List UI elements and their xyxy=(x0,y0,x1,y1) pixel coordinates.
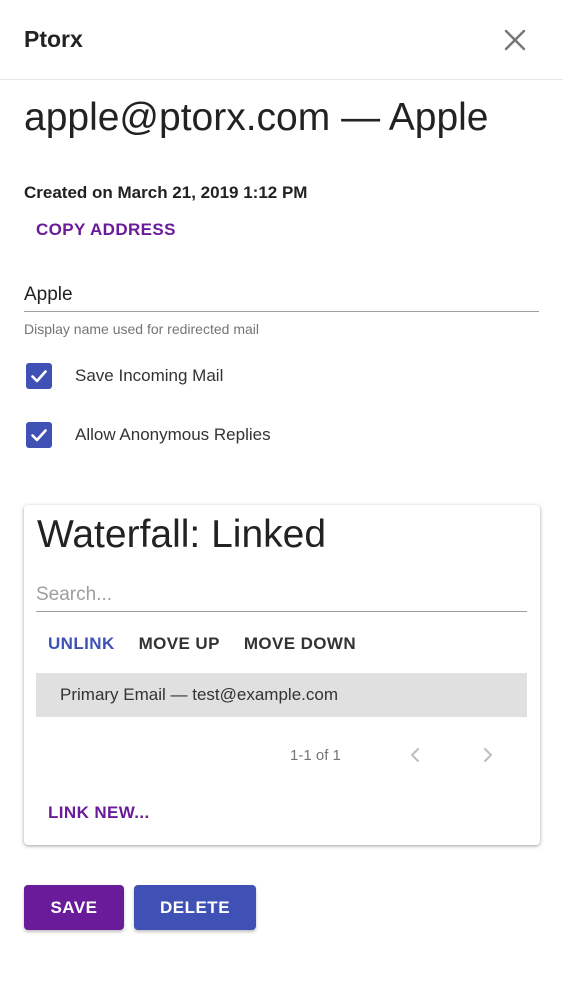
waterfall-title: Waterfall: Linked xyxy=(37,513,327,556)
link-new-button[interactable]: LINK NEW... xyxy=(48,803,150,823)
alias-title: apple@ptorx.com — Apple xyxy=(24,96,489,139)
chevron-right-icon xyxy=(484,748,492,762)
previous-page-button[interactable] xyxy=(404,743,426,767)
allow-anonymous-replies-option[interactable]: Allow Anonymous Replies xyxy=(26,422,271,448)
chevron-left-icon xyxy=(411,748,419,762)
app-title: Ptorx xyxy=(24,26,83,52)
waterfall-card: Waterfall: Linked UNLINK MOVE UP MOVE DO… xyxy=(24,505,540,845)
save-button[interactable]: SAVE xyxy=(24,885,124,930)
allow-anonymous-replies-label: Allow Anonymous Replies xyxy=(75,425,271,444)
search-input[interactable] xyxy=(36,578,527,612)
display-name-helper: Display name used for redirected mail xyxy=(24,321,259,337)
save-incoming-mail-label: Save Incoming Mail xyxy=(75,366,224,385)
list-item-label: Primary Email — test@example.com xyxy=(60,685,338,704)
delete-button[interactable]: DELETE xyxy=(134,885,256,930)
close-icon xyxy=(504,29,526,51)
display-name-field[interactable] xyxy=(24,278,539,312)
save-incoming-mail-option[interactable]: Save Incoming Mail xyxy=(26,363,223,389)
app-bar: Ptorx xyxy=(0,0,563,80)
created-date: Created on March 21, 2019 1:12 PM xyxy=(24,183,308,202)
pagination-info: 1-1 of 1 xyxy=(290,747,341,764)
next-page-button[interactable] xyxy=(477,743,499,767)
move-up-button[interactable]: MOVE UP xyxy=(139,634,220,654)
list-item[interactable]: Primary Email — test@example.com xyxy=(36,673,527,717)
unlink-button[interactable]: UNLINK xyxy=(48,634,115,654)
allow-anonymous-replies-checkbox[interactable] xyxy=(26,422,52,448)
close-button[interactable] xyxy=(500,25,530,55)
check-icon xyxy=(31,370,47,383)
copy-address-button[interactable]: COPY ADDRESS xyxy=(36,220,176,240)
save-incoming-mail-checkbox[interactable] xyxy=(26,363,52,389)
move-down-button[interactable]: MOVE DOWN xyxy=(244,634,356,654)
waterfall-toolbar: UNLINK MOVE UP MOVE DOWN xyxy=(48,634,380,654)
check-icon xyxy=(31,429,47,442)
